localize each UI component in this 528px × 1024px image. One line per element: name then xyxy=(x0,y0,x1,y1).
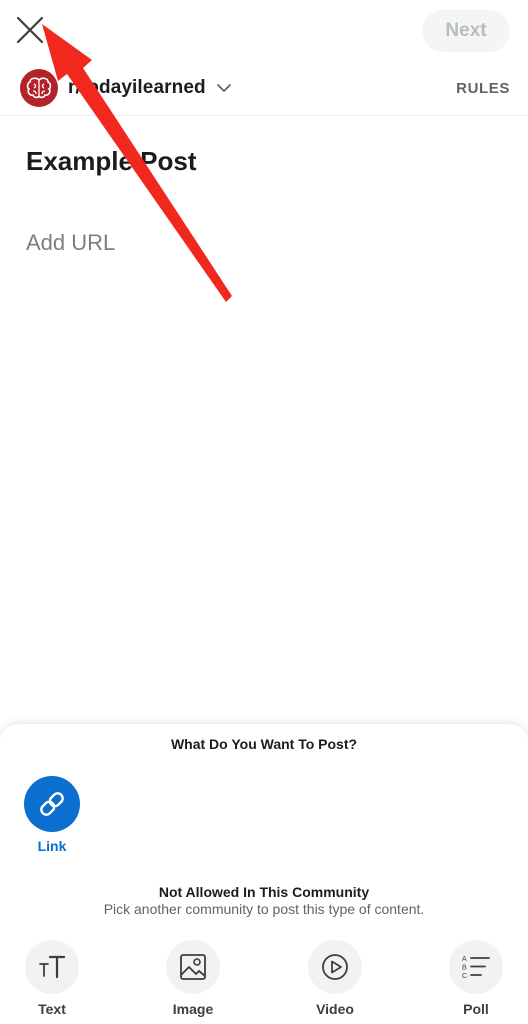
not-allowed-subtitle: Pick another community to post this type… xyxy=(103,901,425,917)
community-selector[interactable]: r/todayilearned RULES xyxy=(20,68,510,108)
close-icon xyxy=(16,16,44,44)
post-type-image[interactable]: Image xyxy=(163,940,223,1017)
video-label: Video xyxy=(316,1001,354,1017)
rules-button[interactable]: RULES xyxy=(456,68,510,108)
brain-icon xyxy=(26,77,52,99)
link-icon xyxy=(24,776,80,832)
poll-icon: A B C xyxy=(449,940,503,994)
post-type-sheet: What Do You Want To Post? Link Not Allow… xyxy=(0,724,528,1024)
post-type-video[interactable]: Video xyxy=(305,940,365,1017)
chevron-down-icon xyxy=(216,83,232,93)
text-icon xyxy=(25,940,79,994)
image-label: Image xyxy=(172,1001,214,1017)
community-avatar xyxy=(20,69,58,107)
poll-label: Poll xyxy=(463,1001,489,1017)
not-allowed-notice: Not Allowed In This Community Pick anoth… xyxy=(0,884,528,917)
post-type-text[interactable]: Text xyxy=(22,940,82,1017)
not-allowed-title: Not Allowed In This Community xyxy=(158,884,370,900)
svg-text:C: C xyxy=(462,973,467,980)
sheet-title: What Do You Want To Post? xyxy=(170,736,358,752)
svg-text:A: A xyxy=(462,956,467,963)
header: Next r/todayilearned RULES xyxy=(0,0,528,116)
post-title-input[interactable]: Example Post xyxy=(26,146,197,177)
url-input[interactable]: Add URL xyxy=(26,230,115,256)
svg-text:B: B xyxy=(462,965,467,972)
post-type-poll[interactable]: A B C Poll xyxy=(446,940,506,1017)
post-type-link[interactable]: Link xyxy=(22,776,82,854)
link-label: Link xyxy=(37,838,67,854)
image-icon xyxy=(166,940,220,994)
community-name: r/todayilearned xyxy=(68,77,206,98)
close-button[interactable] xyxy=(12,12,48,48)
video-icon xyxy=(308,940,362,994)
text-label: Text xyxy=(38,1001,66,1017)
next-button[interactable]: Next xyxy=(422,10,510,52)
